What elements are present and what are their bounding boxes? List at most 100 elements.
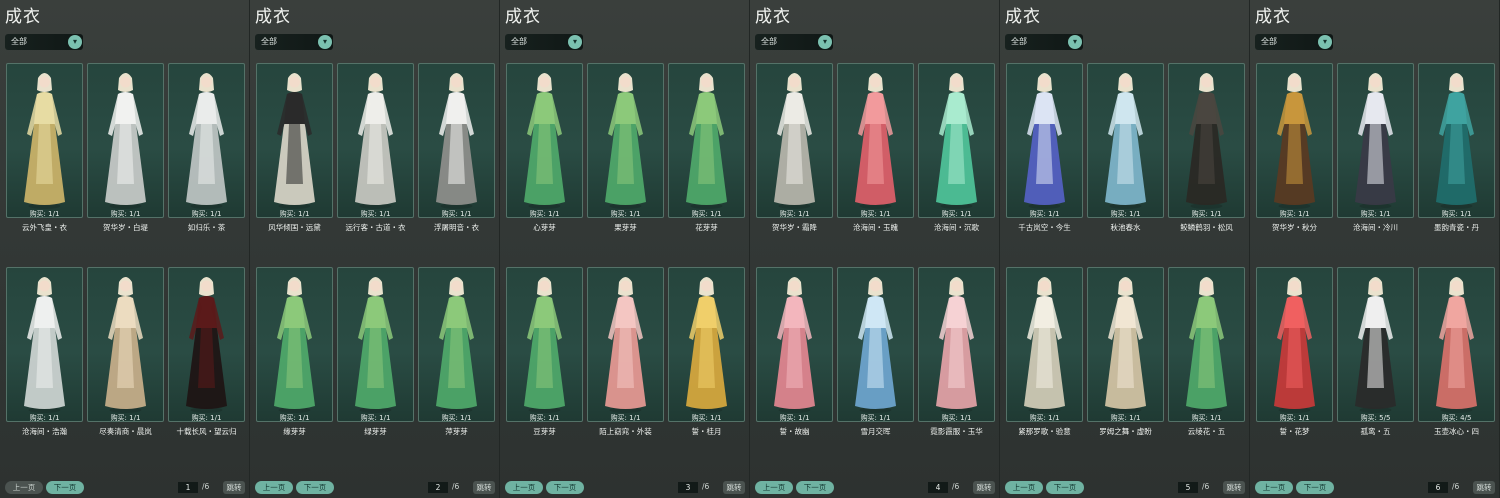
jump-button[interactable]: 跳转 (973, 481, 995, 494)
outfit-card[interactable]: 购买: 1/1 浮屠明音・衣 (418, 63, 495, 232)
outfit-card[interactable]: 购买: 1/1 墨韵青瓷・丹 (1418, 63, 1495, 232)
category-filter-dropdown[interactable]: 全部 ▾ (1255, 34, 1333, 50)
outfit-card[interactable]: 购买: 1/1 霓影霞服・玉华 (918, 267, 995, 436)
outfit-card[interactable]: 购买: 1/1 沧海间・冷川 (1337, 63, 1414, 232)
outfit-card[interactable]: 购买: 1/1 沧海间・玉魄 (837, 63, 914, 232)
outfit-figure (1024, 277, 1065, 413)
outfit-figure (605, 73, 646, 209)
page-number-input[interactable]: 3 (678, 482, 698, 493)
purchase-count: 购买: 1/1 (110, 414, 141, 422)
outfit-card[interactable]: 购买: 1/1 风华倾国・远黛 (256, 63, 333, 232)
page-number-input[interactable]: 2 (428, 482, 448, 493)
next-page-button[interactable]: 下一页 (796, 481, 834, 494)
outfit-figure (24, 277, 65, 413)
outfit-card[interactable]: 购买: 1/1 云外飞皇・衣 (6, 63, 83, 232)
screenshot-strip: 成衣 全部 ▾ 购买: 1/1 云外飞皇・衣 购买: 1/1 贺华岁・白堤 购买: 1/1 如归… (0, 0, 1500, 498)
outfit-card[interactable]: 购买: 1/1 绿芽芽 (337, 267, 414, 436)
outfit-card[interactable]: 购买: 1/1 沧海间・沉歌 (918, 63, 995, 232)
prev-page-button[interactable]: 上一页 (255, 481, 293, 494)
outfit-name: 鲛鳞鹤羽・松风 (1180, 223, 1233, 232)
purchase-count: 购买: 1/1 (1110, 414, 1141, 422)
outfit-card[interactable]: 购买: 1/1 萍芽芽 (418, 267, 495, 436)
jump-button[interactable]: 跳转 (1223, 481, 1245, 494)
chevron-down-icon[interactable]: ▾ (1318, 35, 1332, 49)
outfit-figure (774, 73, 815, 209)
outfit-card[interactable]: 购买: 1/1 雪月交晖 (837, 267, 914, 436)
outfit-card[interactable]: 购买: 1/1 紧那罗歌・验意 (1006, 267, 1083, 436)
outfit-card[interactable]: 购买: 1/1 贺华岁・白堤 (87, 63, 164, 232)
outfit-name: 玉壶冰心・四 (1434, 427, 1479, 436)
prev-page-button[interactable]: 上一页 (755, 481, 793, 494)
jump-button[interactable]: 跳转 (473, 481, 495, 494)
purchase-count: 购买: 1/1 (1110, 210, 1141, 218)
prev-page-button[interactable]: 上一页 (1005, 481, 1043, 494)
page-number-input[interactable]: 5 (1178, 482, 1198, 493)
outfit-card[interactable]: 购买: 1/1 远行客・古道・衣 (337, 63, 414, 232)
outfit-name: 墨韵青瓷・丹 (1434, 223, 1479, 232)
chevron-down-icon[interactable]: ▾ (568, 35, 582, 49)
page-total: /6 (202, 482, 210, 491)
chevron-down-icon[interactable]: ▾ (1068, 35, 1082, 49)
page-number-input[interactable]: 4 (928, 482, 948, 493)
outfit-card[interactable]: 购买: 1/1 誓・故幽 (756, 267, 833, 436)
purchase-count: 购买: 1/1 (191, 210, 222, 218)
category-filter-dropdown[interactable]: 全部 ▾ (1005, 34, 1083, 50)
outfit-card[interactable]: 购买: 1/1 罗姆之舞・虚盼 (1087, 267, 1164, 436)
outfit-card[interactable]: 购买: 1/1 云绫花・五 (1168, 267, 1245, 436)
outfit-figure (1436, 73, 1477, 209)
next-page-button[interactable]: 下一页 (1046, 481, 1084, 494)
page-total: /6 (452, 482, 460, 491)
outfit-name: 十载长风・望云归 (176, 427, 237, 436)
outfit-card[interactable]: 购买: 1/1 誓・花梦 (1256, 267, 1333, 436)
outfit-card[interactable]: 购买: 1/1 鲛鳞鹤羽・松风 (1168, 63, 1245, 232)
outfit-figure (1355, 73, 1396, 209)
chevron-down-icon[interactable]: ▾ (318, 35, 332, 49)
jump-button[interactable]: 跳转 (1473, 481, 1495, 494)
prev-page-button[interactable]: 上一页 (505, 481, 543, 494)
page-number-input[interactable]: 6 (1428, 482, 1448, 493)
outfit-card[interactable]: 购买: 1/1 十载长风・望云归 (168, 267, 245, 436)
outfit-card[interactable]: 购买: 1/1 贺华岁・秋分 (1256, 63, 1333, 232)
category-filter-dropdown[interactable]: 全部 ▾ (505, 34, 583, 50)
outfit-figure (105, 73, 146, 209)
outfit-card[interactable]: 购买: 1/1 豆芽芽 (506, 267, 583, 436)
outfit-card[interactable]: 购买: 1/1 秋池春水 (1087, 63, 1164, 232)
purchase-count: 购买: 5/5 (1360, 414, 1391, 422)
category-filter-dropdown[interactable]: 全部 ▾ (5, 34, 83, 50)
outfit-card[interactable]: 购买: 1/1 缘芽芽 (256, 267, 333, 436)
wardrobe-panel: 成衣 全部 ▾ 购买: 1/1 心芽芽 购买: 1/1 果芽芽 购买: 1/1 花芽芽 购买: 1… (500, 0, 750, 498)
prev-page-button[interactable]: 上一页 (5, 481, 43, 494)
outfit-card[interactable]: 购买: 1/1 沧海间・浩瀚 (6, 267, 83, 436)
next-page-button[interactable]: 下一页 (1296, 481, 1334, 494)
filter-label: 全部 (761, 37, 777, 46)
next-page-button[interactable]: 下一页 (296, 481, 334, 494)
purchase-count: 购买: 1/1 (1029, 414, 1060, 422)
outfit-card[interactable]: 购买: 1/1 花芽芽 (668, 63, 745, 232)
outfit-grid: 购买: 1/1 千古岚空・今生 购买: 1/1 秋池春水 购买: 1/1 鲛鳞鹤羽・松风购… (1006, 63, 1246, 436)
outfit-card[interactable]: 购买: 1/1 如归乐・茶 (168, 63, 245, 232)
purchase-count: 购买: 1/1 (279, 414, 310, 422)
prev-page-button[interactable]: 上一页 (1255, 481, 1293, 494)
category-filter-dropdown[interactable]: 全部 ▾ (755, 34, 833, 50)
outfit-card[interactable]: 购买: 4/5 玉壶冰心・四 (1418, 267, 1495, 436)
outfit-name: 沧海间・冷川 (1353, 223, 1398, 232)
chevron-down-icon[interactable]: ▾ (818, 35, 832, 49)
chevron-down-icon[interactable]: ▾ (68, 35, 82, 49)
outfit-name: 贺华岁・白堤 (103, 223, 148, 232)
page-number-input[interactable]: 1 (178, 482, 198, 493)
outfit-card[interactable]: 购买: 1/1 果芽芽 (587, 63, 664, 232)
outfit-card[interactable]: 购买: 1/1 陌上窈窕・外装 (587, 267, 664, 436)
outfit-card[interactable]: 购买: 1/1 贺华岁・霜降 (756, 63, 833, 232)
next-page-button[interactable]: 下一页 (546, 481, 584, 494)
next-page-button[interactable]: 下一页 (46, 481, 84, 494)
outfit-card[interactable]: 购买: 1/1 誓・桂月 (668, 267, 745, 436)
category-filter-dropdown[interactable]: 全部 ▾ (255, 34, 333, 50)
outfit-figure (436, 277, 477, 413)
outfit-card[interactable]: 购买: 5/5 孤鸾・五 (1337, 267, 1414, 436)
outfit-name: 豆芽芽 (533, 427, 556, 436)
jump-button[interactable]: 跳转 (223, 481, 245, 494)
outfit-card[interactable]: 购买: 1/1 尽奏清商・晨岚 (87, 267, 164, 436)
outfit-card[interactable]: 购买: 1/1 千古岚空・今生 (1006, 63, 1083, 232)
jump-button[interactable]: 跳转 (723, 481, 745, 494)
outfit-card[interactable]: 购买: 1/1 心芽芽 (506, 63, 583, 232)
